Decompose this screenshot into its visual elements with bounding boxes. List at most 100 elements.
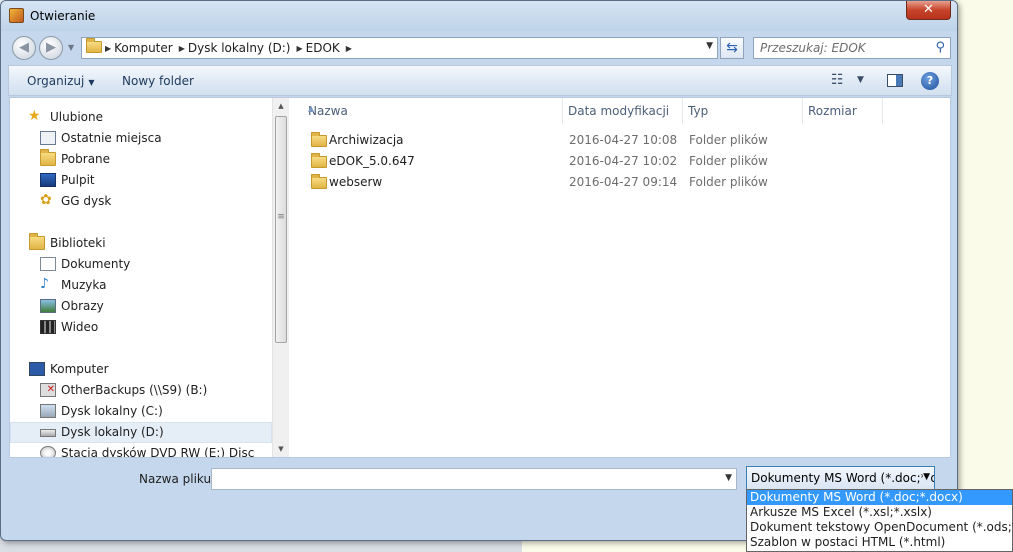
command-toolbar: Organizuj ▼ Nowy folder ☷ ▼ ? — [8, 65, 952, 96]
file-type-option-opendocument[interactable]: Dokument tekstowy OpenDocument (*.ods;*.… — [747, 520, 1013, 535]
title-bar[interactable]: Otwieranie ✕ — [1, 1, 957, 31]
filename-label: Nazwa pliku: — [139, 472, 216, 486]
documents-icon — [40, 257, 56, 271]
column-size[interactable]: Rozmiar — [803, 98, 883, 124]
address-dropdown-icon[interactable]: ▼ — [706, 41, 713, 51]
file-name: Archiwizacja — [329, 133, 404, 147]
column-name[interactable]: Nazwa ▲ — [303, 98, 563, 124]
nav-favorites[interactable]: ★ Ulubione — [10, 107, 272, 128]
close-button[interactable]: ✕ — [906, 1, 951, 20]
nav-gg-drive[interactable]: ✿ GG dysk — [10, 191, 272, 212]
view-options-icon[interactable]: ☷ — [831, 72, 844, 88]
file-type-select[interactable]: Dokumenty MS Word (*.doc;*.docx) ▼ — [746, 466, 935, 490]
breadcrumb-edok[interactable]: EDOK — [303, 41, 346, 55]
folder-icon — [86, 38, 102, 53]
breadcrumb-drive-d[interactable]: Dysk lokalny (D:) — [185, 41, 297, 55]
nav-computer-label: Komputer — [50, 362, 109, 376]
file-row[interactable]: eDOK_5.0.647 2016-04-27 10:02 Folder pli… — [307, 151, 907, 172]
filename-input[interactable]: ▼ — [211, 468, 737, 490]
filename-dropdown-icon[interactable]: ▼ — [725, 473, 732, 483]
file-row[interactable]: Archiwizacja 2016-04-27 10:08 Folder pli… — [307, 130, 907, 151]
system-drive-icon — [40, 404, 56, 418]
breadcrumb: ▶ Komputer ▶ Dysk lokalny (D:) ▶ EDOK ▶ — [105, 41, 352, 55]
scroll-up-icon[interactable]: ▲ — [273, 98, 289, 114]
forward-arrow-icon: ▶ — [46, 40, 56, 55]
nav-item-label: Dysk lokalny (C:) — [61, 404, 163, 418]
network-drive-disconnected-icon: ✕ — [40, 383, 56, 397]
nav-recent-places[interactable]: Ostatnie miejsca — [10, 128, 272, 149]
nav-item-label: GG dysk — [61, 194, 112, 208]
nav-item-label: Ostatnie miejsca — [61, 131, 162, 145]
file-name: webserw — [329, 175, 383, 189]
nav-other-backups[interactable]: ✕ OtherBackups (\\S9) (B:) — [10, 380, 272, 401]
forward-button[interactable]: ▶ — [39, 36, 63, 60]
music-icon: ♪ — [40, 276, 49, 292]
breadcrumb-computer[interactable]: Komputer — [111, 41, 179, 55]
organize-label: Organizuj — [27, 74, 85, 88]
nav-item-label: Obrazy — [61, 299, 104, 313]
file-row[interactable]: webserw 2016-04-27 09:14 Folder plików — [307, 172, 907, 193]
organize-button[interactable]: Organizuj ▼ — [27, 74, 94, 88]
nav-scrollbar[interactable]: ▲ ≡ ▼ — [272, 98, 289, 457]
search-placeholder: Przeszukaj: EDOK — [760, 41, 866, 55]
dvd-drive-icon — [40, 446, 56, 457]
help-icon[interactable]: ? — [921, 72, 939, 90]
scroll-down-icon[interactable]: ▼ — [273, 441, 289, 457]
search-icon[interactable]: ⚲ — [935, 40, 945, 55]
nav-pictures[interactable]: Obrazy — [10, 296, 272, 317]
nav-music[interactable]: ♪ Muzyka — [10, 275, 272, 296]
navigation-pane: ★ Ulubione Ostatnie miejsca Pobrane Pulpi… — [10, 98, 272, 457]
libraries-icon — [29, 233, 45, 250]
breadcrumb-separator-icon[interactable]: ▶ — [346, 44, 352, 53]
nav-item-label: Wideo — [61, 320, 99, 334]
nav-item-label: OtherBackups (\\S9) (B:) — [61, 383, 208, 397]
search-box[interactable]: Przeszukaj: EDOK ⚲ — [753, 37, 951, 59]
file-type-option-excel[interactable]: Arkusze MS Excel (*.xsl;*.xslx) — [747, 505, 1012, 520]
nav-computer[interactable]: Komputer — [10, 359, 272, 380]
folder-icon — [311, 153, 327, 168]
nav-item-label: Dokumenty — [61, 257, 131, 271]
folder-icon — [311, 132, 327, 147]
nav-desktop[interactable]: Pulpit — [10, 170, 272, 191]
pictures-icon — [40, 299, 56, 313]
nav-libraries[interactable]: Biblioteki — [10, 233, 272, 254]
nav-downloads[interactable]: Pobrane — [10, 149, 272, 170]
scrollbar-thumb[interactable]: ≡ — [275, 116, 287, 343]
column-type-label: Typ — [688, 104, 709, 118]
file-modified: 2016-04-27 10:02 — [569, 154, 678, 168]
folder-icon — [311, 174, 327, 189]
nav-drive-c[interactable]: Dysk lokalny (C:) — [10, 401, 272, 422]
file-list: Nazwa ▲ Data modyfikacji Typ Rozmiar Arch… — [291, 98, 951, 457]
refresh-button[interactable]: ⇆ — [720, 37, 744, 59]
nav-libraries-label: Biblioteki — [50, 236, 106, 250]
file-modified: 2016-04-27 09:14 — [569, 175, 678, 189]
nav-documents[interactable]: Dokumenty — [10, 254, 272, 275]
window-title: Otwieranie — [30, 9, 96, 23]
new-folder-button[interactable]: Nowy folder — [122, 74, 194, 88]
nav-item-label: Dysk lokalny (D:) — [61, 425, 164, 439]
gg-drive-icon: ✿ — [40, 192, 52, 208]
view-dropdown-icon[interactable]: ▼ — [857, 75, 864, 85]
back-button[interactable]: ◀ — [12, 36, 36, 60]
file-type-selected: Dokumenty MS Word (*.doc;*.docx) — [751, 471, 934, 485]
nav-favorites-label: Ulubione — [50, 110, 104, 124]
column-modified[interactable]: Data modyfikacji — [563, 98, 683, 124]
open-file-dialog: Otwieranie ✕ ◀ ▶ ▼ ▶ Komputer ▶ Dysk lok… — [0, 0, 958, 541]
recent-locations-dropdown[interactable]: ▼ — [68, 43, 74, 52]
videos-icon — [40, 320, 56, 334]
sort-ascending-icon: ▲ — [308, 104, 315, 113]
nav-videos[interactable]: Wideo — [10, 317, 272, 338]
address-bar[interactable]: ▶ Komputer ▶ Dysk lokalny (D:) ▶ EDOK ▶ … — [81, 37, 718, 59]
computer-icon — [29, 362, 45, 376]
nav-item-label: Stacja dysków DVD RW (E:) Disc — [61, 446, 255, 457]
nav-item-label: Muzyka — [61, 278, 107, 292]
file-modified: 2016-04-27 10:08 — [569, 133, 678, 147]
desktop-icon — [40, 173, 56, 187]
downloads-folder-icon — [40, 149, 56, 166]
file-type-option-html[interactable]: Szablon w postaci HTML (*.html) — [747, 535, 1012, 550]
column-type[interactable]: Typ — [683, 98, 803, 124]
preview-pane-icon[interactable] — [887, 74, 903, 87]
nav-dvd-drive[interactable]: Stacja dysków DVD RW (E:) Disc — [10, 443, 272, 457]
nav-drive-d[interactable]: Dysk lokalny (D:) — [10, 422, 272, 443]
file-type-option-word[interactable]: Dokumenty MS Word (*.doc;*.docx) — [747, 490, 1012, 505]
